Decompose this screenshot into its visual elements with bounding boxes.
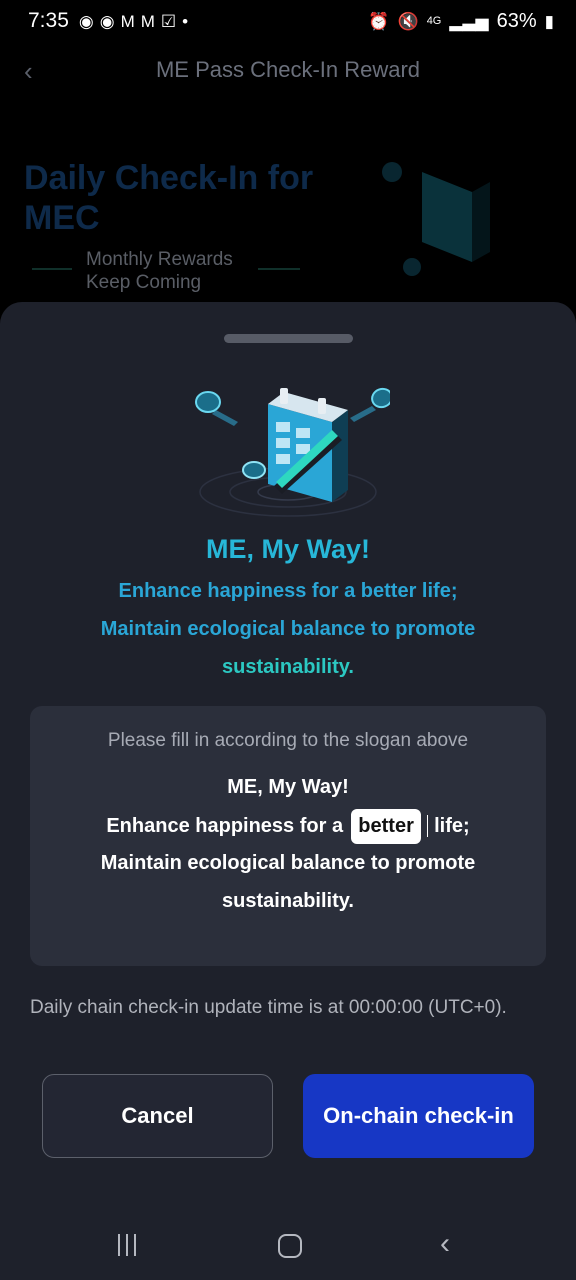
background-page: ‹ ME Pass Check-In Reward Daily Check-In… — [0, 42, 576, 312]
fill-line3: Maintain ecological balance to promote — [100, 852, 476, 874]
dot-icon: • — [182, 11, 189, 31]
fill-line4: sustainability. — [222, 890, 354, 912]
nav-back-icon[interactable]: ‹ — [440, 1227, 450, 1261]
sheet-drag-handle[interactable] — [224, 334, 353, 343]
calendar-illustration-icon — [382, 162, 490, 276]
system-nav-bar: ‹ — [0, 1212, 576, 1280]
back-arrow-icon[interactable]: ‹ — [24, 56, 33, 87]
hero-divider — [32, 268, 72, 270]
hero-subtitle-line2: Keep Coming — [86, 272, 202, 293]
hero-subtitle-line1: Monthly Rewards — [86, 249, 233, 270]
network-label: 4G — [426, 14, 442, 27]
status-left: 7:35 ◉ ◉ M M ☑ • — [28, 9, 188, 33]
top-bar: ‹ ME Pass Check-In Reward — [0, 42, 576, 98]
on-chain-check-in-button[interactable]: On-chain check-in — [303, 1074, 534, 1158]
fill-in-prompt: Please fill in according to the slogan a… — [107, 730, 469, 751]
battery-percent: 63% — [496, 9, 537, 32]
signal-icon: ▂▃▅ — [449, 11, 489, 31]
slogan-title: ME, My Way! — [205, 534, 371, 564]
messenger-icon: ◉ — [99, 11, 115, 31]
fill-line2-before: Enhance happiness for a — [106, 814, 344, 837]
hero-divider — [258, 268, 300, 270]
home-icon[interactable] — [278, 1234, 302, 1258]
fill-line2-after: life; — [434, 814, 470, 837]
status-right: ⏰ 🔇 4G ▂▃▅ 63% ▮ — [368, 10, 554, 33]
text-caret — [427, 815, 429, 837]
status-bar: 7:35 ◉ ◉ M M ☑ • ⏰ 🔇 4G ▂▃▅ 63% ▮ — [0, 0, 576, 42]
hero-subtitle: Monthly Rewards Keep Coming — [86, 248, 233, 294]
check-icon: ☑ — [160, 11, 177, 31]
fill-in-card: Please fill in according to the slogan a… — [30, 706, 546, 966]
slogan-line1: Enhance happiness for a better life; — [118, 580, 458, 602]
messenger-icon: ◉ — [78, 11, 94, 31]
slogan-line2: Maintain ecological balance to promote — [100, 618, 476, 640]
status-time: 7:35 — [28, 9, 69, 32]
slogan-line3: sustainability. — [222, 656, 354, 678]
update-time-note: Daily chain check-in update time is at 0… — [30, 997, 507, 1018]
cancel-button[interactable]: Cancel — [42, 1074, 273, 1158]
battery-icon: ▮ — [544, 11, 554, 31]
gmail-icon: M — [120, 11, 135, 31]
gmail-icon: M — [140, 11, 155, 31]
slogan-blank-input[interactable] — [351, 808, 422, 844]
fill-line1: ME, My Way! — [227, 776, 349, 798]
mute-icon: 🔇 — [397, 11, 419, 31]
recent-apps-icon[interactable] — [118, 1234, 136, 1256]
page-title: ME Pass Check-In Reward — [155, 57, 421, 82]
calendar-check-illustration-icon — [195, 387, 390, 517]
check-in-sheet: ME, My Way! Enhance happiness for a bett… — [0, 302, 576, 1280]
alarm-icon: ⏰ — [368, 11, 390, 31]
hero-title: Daily Check-In for MEC — [24, 159, 314, 237]
fill-line2: Enhance happiness for a life; — [30, 808, 546, 844]
